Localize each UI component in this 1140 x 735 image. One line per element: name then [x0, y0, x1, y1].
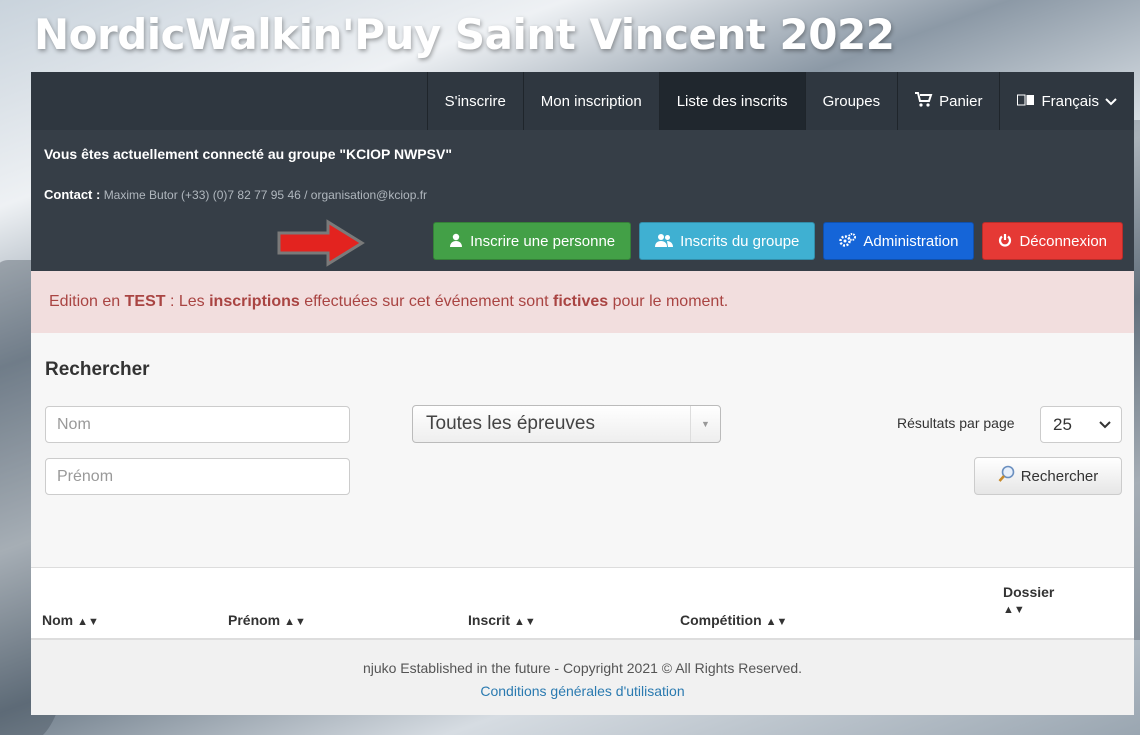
column-header-nom[interactable]: Nom ▲▼: [42, 612, 99, 628]
power-icon: [998, 233, 1012, 250]
chevron-down-icon: [1105, 93, 1117, 110]
nav-language[interactable]: Français: [999, 72, 1134, 130]
group-actions: Inscrire une personne Inscrits du groupe…: [433, 222, 1123, 260]
sort-icon: ▲▼: [765, 616, 788, 628]
results-table-header: Nom ▲▼ Prénom ▲▼ Inscrit ▲▼ Compétition ▲▼ D…: [31, 568, 1134, 640]
red-arrow-icon: [276, 218, 366, 273]
cogs-icon: [839, 232, 857, 250]
column-header-competition[interactable]: Compétition ▲▼: [680, 612, 787, 628]
column-label-nom: Nom: [42, 612, 74, 628]
register-person-button[interactable]: Inscrire une personne: [433, 222, 632, 260]
name-input[interactable]: Nom: [45, 406, 350, 443]
group-panel: Vous êtes actuellement connecté au group…: [31, 130, 1134, 271]
nav-groups[interactable]: Groupes: [804, 72, 898, 130]
caret-down-icon: ▼: [690, 406, 720, 442]
alert-middle2: effectuées sur cet événement sont: [304, 293, 549, 310]
column-header-prenom[interactable]: Prénom ▲▼: [228, 612, 306, 628]
administration-button[interactable]: Administration: [823, 222, 975, 260]
search-panel: Rechercher Nom Prénom Toutes les épreuve…: [31, 333, 1134, 568]
sort-icon: ▲▼: [77, 616, 99, 628]
column-label-competition: Compétition: [680, 612, 762, 628]
users-icon: [655, 233, 674, 250]
administration-label: Administration: [863, 232, 959, 250]
test-edition-alert: Edition en TEST : Les inscriptions effec…: [31, 271, 1134, 333]
per-page-value: 25: [1053, 414, 1072, 434]
nav-registrant-list[interactable]: Liste des inscrits: [658, 72, 805, 130]
column-header-dossier[interactable]: Dossier ▲▼: [1003, 584, 1054, 616]
terms-link[interactable]: Conditions générales d'utilisation: [31, 683, 1134, 699]
per-page-select[interactable]: 25: [1040, 406, 1122, 443]
event-select-value: Toutes les épreuves: [426, 413, 595, 434]
column-label-prenom: Prénom: [228, 612, 281, 628]
alert-test: TEST: [124, 293, 166, 310]
nav-cart-label: Panier: [939, 92, 983, 110]
firstname-input-placeholder: Prénom: [57, 467, 114, 485]
nav-register[interactable]: S'inscrire: [426, 72, 523, 130]
group-members-label: Inscrits du groupe: [680, 232, 800, 250]
chevron-down-icon: [1099, 418, 1111, 432]
nav-groups-label: Groupes: [822, 92, 881, 110]
footer: njuko Established in the future - Copyri…: [31, 640, 1134, 715]
alert-suffix: pour le moment.: [612, 293, 729, 310]
user-icon: [449, 233, 463, 250]
nav-my-registration-label: Mon inscription: [540, 92, 642, 110]
name-input-placeholder: Nom: [57, 415, 91, 433]
firstname-input[interactable]: Prénom: [45, 458, 350, 495]
nav-my-registration[interactable]: Mon inscription: [522, 72, 659, 130]
alert-prefix: Edition en: [49, 293, 121, 310]
site-title: NordicWalkin'Puy Saint Vincent 2022: [34, 10, 895, 59]
group-members-button[interactable]: Inscrits du groupe: [639, 222, 816, 260]
alert-registrations: inscriptions: [209, 293, 300, 310]
register-person-label: Inscrire une personne: [470, 232, 616, 250]
event-select[interactable]: Toutes les épreuves ▼: [412, 405, 721, 443]
per-page-label: Résultats par page: [897, 415, 1015, 431]
column-header-inscrit[interactable]: Inscrit ▲▼: [468, 612, 536, 628]
group-contact: Contact : Maxime Butor (+33) (0)7 82 77 …: [44, 187, 427, 202]
alert-fictive: fictives: [553, 293, 609, 310]
column-label-dossier: Dossier: [1003, 584, 1055, 600]
search-button[interactable]: Rechercher: [974, 457, 1122, 495]
nav-cart[interactable]: Panier: [897, 72, 999, 130]
footer-copyright: njuko Established in the future - Copyri…: [362, 660, 803, 676]
contact-value: Maxime Butor (+33) (0)7 82 77 95 46 / or…: [103, 188, 428, 202]
navbar: S'inscrire Mon inscription Liste des ins…: [31, 72, 1134, 130]
logout-label: Déconnexion: [1019, 232, 1107, 250]
nav-register-label: S'inscrire: [444, 92, 506, 110]
nav-language-label: Français: [1041, 92, 1099, 110]
cart-icon: [915, 92, 933, 110]
sort-icon: ▲▼: [1003, 604, 1025, 616]
search-heading: Rechercher: [45, 359, 150, 380]
nav-registrant-list-label: Liste des inscrits: [676, 92, 788, 110]
group-connected-text: Vous êtes actuellement connecté au group…: [44, 146, 452, 162]
alert-middle1: : Les: [169, 293, 205, 310]
search-button-label: Rechercher: [1020, 467, 1099, 485]
logout-button[interactable]: Déconnexion: [982, 222, 1123, 260]
contact-label: Contact :: [44, 187, 101, 202]
sort-icon: ▲▼: [514, 616, 536, 628]
sort-icon: ▲▼: [284, 616, 306, 628]
main-card: S'inscrire Mon inscription Liste des ins…: [31, 72, 1134, 717]
language-icon: [1017, 93, 1035, 109]
magnifier-icon: [998, 465, 1016, 487]
column-label-inscrit: Inscrit: [468, 612, 511, 628]
